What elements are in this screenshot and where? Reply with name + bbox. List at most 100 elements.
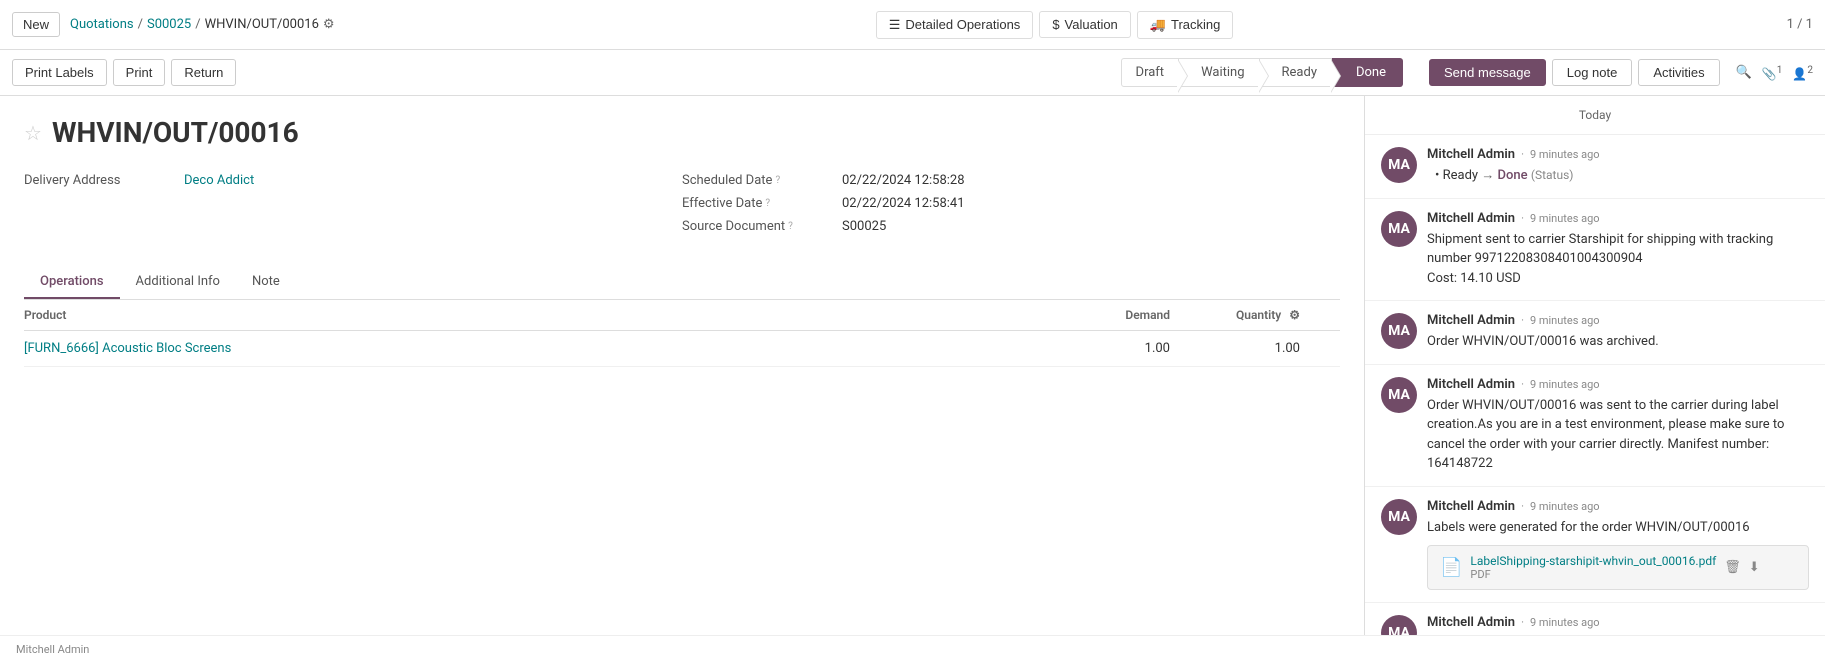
chatter-today-label: Today xyxy=(1365,96,1825,135)
page-indicator: 1 / 1 xyxy=(1787,17,1813,32)
message-content-2: Mitchell Admin · 9 minutes ago Shipment … xyxy=(1427,211,1809,289)
quantity-settings-icon[interactable]: ⚙ xyxy=(1289,308,1300,322)
time-1: 9 minutes ago xyxy=(1530,148,1600,161)
author-3: Mitchell Admin xyxy=(1427,313,1515,328)
message-body-3: Order WHVIN/OUT/00016 was archived. xyxy=(1427,332,1809,352)
attachment[interactable]: 📄 LabelShipping-starshipit-whvin_out_000… xyxy=(1427,545,1809,590)
dot-separator-5: · xyxy=(1521,500,1524,513)
new-button[interactable]: New xyxy=(12,12,60,37)
detailed-ops-icon: ☰ xyxy=(889,17,901,33)
chatter-panel: Today MA Mitchell Admin · 9 minutes ago … xyxy=(1365,96,1825,663)
dot-separator-4: · xyxy=(1521,378,1524,391)
fields-grid: Delivery Address Deco Addict Scheduled D… xyxy=(24,173,1340,242)
source-doc-help-icon[interactable]: ? xyxy=(788,221,793,232)
tabs: Operations Additional Info Note xyxy=(24,266,1340,300)
message-header-1: Mitchell Admin · 9 minutes ago xyxy=(1427,147,1809,162)
message-5: MA Mitchell Admin · 9 minutes ago Labels… xyxy=(1365,487,1825,604)
log-note-button[interactable]: Log note xyxy=(1552,59,1633,86)
dot-separator-2: · xyxy=(1521,212,1524,225)
follower-count-icon[interactable]: 👤2 xyxy=(1792,65,1813,81)
effective-date-help-icon[interactable]: ? xyxy=(765,198,770,209)
dot-separator-3: · xyxy=(1521,314,1524,327)
breadcrumb-sep1: / xyxy=(138,17,143,32)
scheduled-date-help-icon[interactable]: ? xyxy=(775,175,780,186)
effective-date-value: 02/22/2024 12:58:41 xyxy=(842,196,965,211)
breadcrumb: Quotations / S00025 / WHVIN/OUT/00016 ⚙ xyxy=(70,17,335,32)
author-2: Mitchell Admin xyxy=(1427,211,1515,226)
activities-button[interactable]: Activities xyxy=(1638,59,1719,86)
breadcrumb-s00025[interactable]: S00025 xyxy=(147,17,191,32)
chatter-icons: 🔍 📎1 👤2 xyxy=(1736,65,1813,81)
status-done[interactable]: Done xyxy=(1332,58,1403,87)
time-2: 9 minutes ago xyxy=(1530,212,1600,225)
status-waiting[interactable]: Waiting xyxy=(1179,58,1259,87)
avatar-1: MA xyxy=(1381,147,1417,183)
message-content-1: Mitchell Admin · 9 minutes ago • Ready →… xyxy=(1427,147,1809,186)
tracking-label: Tracking xyxy=(1171,17,1220,32)
delivery-address-value[interactable]: Deco Addict xyxy=(184,173,254,188)
star-icon[interactable]: ☆ xyxy=(24,121,42,145)
message-3: MA Mitchell Admin · 9 minutes ago Order … xyxy=(1365,301,1825,365)
message-header-4: Mitchell Admin · 9 minutes ago xyxy=(1427,377,1809,392)
message-content-5: Mitchell Admin · 9 minutes ago Labels we… xyxy=(1427,499,1809,591)
message-1: MA Mitchell Admin · 9 minutes ago • Read… xyxy=(1365,135,1825,199)
attachment-delete-icon[interactable]: 🗑 xyxy=(1724,560,1741,575)
source-doc-value: S00025 xyxy=(842,219,886,234)
status-done-label: Done xyxy=(1498,168,1531,183)
source-doc-label: Source Document ? xyxy=(682,219,842,234)
footer: Mitchell Admin xyxy=(0,635,1825,663)
col-header-quantity: Quantity ⚙ xyxy=(1190,308,1310,322)
effective-date-label: Effective Date ? xyxy=(682,196,842,211)
attachment-download-icon[interactable]: ⬇ xyxy=(1749,560,1760,575)
attachment-count-icon[interactable]: 📎1 xyxy=(1762,65,1783,81)
avatar-2: MA xyxy=(1381,211,1417,247)
action-bar: Print Labels Print Return Draft Waiting … xyxy=(0,50,1825,96)
bullet-1: • xyxy=(1435,168,1439,183)
attachment-name: LabelShipping-starshipit-whvin_out_00016… xyxy=(1470,554,1716,568)
print-labels-button[interactable]: Print Labels xyxy=(12,59,107,86)
message-content-3: Mitchell Admin · 9 minutes ago Order WHV… xyxy=(1427,313,1809,352)
tab-additional-info[interactable]: Additional Info xyxy=(120,266,236,299)
search-icon[interactable]: 🔍 xyxy=(1736,65,1752,80)
message-header-5: Mitchell Admin · 9 minutes ago xyxy=(1427,499,1809,514)
return-button[interactable]: Return xyxy=(171,59,236,86)
print-button[interactable]: Print xyxy=(113,59,166,86)
attachment-ext: PDF xyxy=(1470,568,1716,581)
message-body-5: Labels were generated for the order WHVI… xyxy=(1427,518,1809,538)
left-panel: ☆ WHVIN/OUT/00016 Delivery Address Deco … xyxy=(0,96,1365,663)
detailed-ops-label: Detailed Operations xyxy=(905,17,1020,32)
attachment-actions: 🗑 ⬇ xyxy=(1724,560,1759,575)
delivery-address-label: Delivery Address xyxy=(24,173,184,188)
message-header-2: Mitchell Admin · 9 minutes ago xyxy=(1427,211,1809,226)
scheduled-date-field: Scheduled Date ? 02/22/2024 12:58:28 Eff… xyxy=(682,173,1340,242)
top-bar: New Quotations / S00025 / WHVIN/OUT/0001… xyxy=(0,0,1825,50)
settings-icon[interactable]: ⚙ xyxy=(323,17,335,32)
time-6: 9 minutes ago xyxy=(1530,616,1600,629)
status-ready[interactable]: Ready xyxy=(1260,58,1332,87)
main-content: ☆ WHVIN/OUT/00016 Delivery Address Deco … xyxy=(0,96,1825,663)
status-draft[interactable]: Draft xyxy=(1121,58,1180,87)
avatar-4: MA xyxy=(1381,377,1417,413)
product-name[interactable]: [FURN_6666] Acoustic Bloc Screens xyxy=(24,341,1070,356)
scheduled-date-value: 02/22/2024 12:58:28 xyxy=(842,173,965,188)
message-header-6: Mitchell Admin · 9 minutes ago xyxy=(1427,615,1809,630)
send-message-button[interactable]: Send message xyxy=(1429,59,1546,86)
operations-table: Product Demand Quantity ⚙ [FURN_6666] Ac… xyxy=(24,300,1340,367)
delivery-address-field: Delivery Address Deco Addict xyxy=(24,173,682,242)
valuation-label: Valuation xyxy=(1065,17,1118,32)
dot-separator-6: · xyxy=(1521,616,1524,629)
detailed-operations-button[interactable]: ☰ Detailed Operations xyxy=(876,11,1034,39)
tab-note[interactable]: Note xyxy=(236,266,296,299)
draft-arrow-fill xyxy=(1177,59,1187,93)
table-row[interactable]: [FURN_6666] Acoustic Bloc Screens 1.00 1… xyxy=(24,331,1340,367)
author-5: Mitchell Admin xyxy=(1427,499,1515,514)
breadcrumb-quotations[interactable]: Quotations xyxy=(70,17,134,32)
tracking-icon: 🚚 xyxy=(1150,17,1166,33)
valuation-button[interactable]: $ Valuation xyxy=(1039,11,1130,38)
message-content-4: Mitchell Admin · 9 minutes ago Order WHV… xyxy=(1427,377,1809,474)
dot-separator-1: · xyxy=(1521,148,1524,161)
tab-operations[interactable]: Operations xyxy=(24,266,120,299)
pdf-icon: 📄 xyxy=(1440,557,1462,578)
tracking-button[interactable]: 🚚 Tracking xyxy=(1137,11,1234,39)
top-center-actions: ☰ Detailed Operations $ Valuation 🚚 Trac… xyxy=(876,11,1234,39)
